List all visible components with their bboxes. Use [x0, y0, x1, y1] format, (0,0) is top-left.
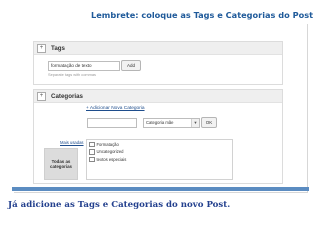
new-category-input[interactable]	[87, 118, 137, 128]
tags-box: + Tags formatação de texto Add Separate …	[33, 41, 283, 85]
checkbox[interactable]	[89, 149, 95, 155]
category-item[interactable]: Formatação	[87, 141, 232, 148]
most-used-tab[interactable]: Mais usadas	[60, 140, 84, 145]
caption-text: Já adicione as Tags e Categorias do novo…	[8, 200, 231, 210]
ok-button[interactable]: OK	[201, 117, 217, 128]
category-item[interactable]: textos especiais	[87, 156, 232, 163]
all-categories-label: Todas as categorias	[50, 158, 72, 170]
tags-box-header[interactable]: + Tags	[34, 42, 282, 55]
parent-category-label: Categoria mãe	[146, 120, 174, 125]
all-categories-tab[interactable]: Todas as categorias	[44, 148, 78, 180]
add-category-link[interactable]: + Adicionar Nova Categoria	[86, 106, 145, 111]
tags-box-title: Tags	[51, 44, 65, 52]
tag-hint: Separate tags with commas	[48, 72, 97, 77]
reminder-text: Lembrete: coloque as Tags e Categorias d…	[91, 10, 313, 20]
categories-box-header[interactable]: + Categorias	[34, 90, 282, 103]
category-item-label: Uncategorized	[96, 149, 124, 155]
category-list[interactable]: Formatação Uncategorized textos especiai…	[86, 139, 233, 180]
tags-toggle-icon[interactable]: +	[37, 43, 46, 53]
chevron-down-icon[interactable]: ▼	[191, 119, 199, 127]
parent-category-select[interactable]: Categoria mãe ▼	[143, 118, 200, 128]
categories-box-title: Categorias	[51, 92, 83, 100]
category-item-label: textos especiais	[96, 156, 127, 162]
checkbox[interactable]	[89, 141, 95, 147]
add-tag-button[interactable]: Add	[121, 60, 141, 71]
accent-bar	[12, 187, 309, 191]
category-item[interactable]: Uncategorized	[87, 149, 232, 156]
categories-box: + Categorias + Adicionar Nova Categoria …	[33, 89, 283, 184]
categories-toggle-icon[interactable]: +	[37, 91, 46, 101]
category-item-label: Formatação	[96, 141, 119, 147]
tag-input[interactable]: formatação de texto	[48, 61, 120, 71]
checkbox[interactable]	[89, 156, 95, 162]
